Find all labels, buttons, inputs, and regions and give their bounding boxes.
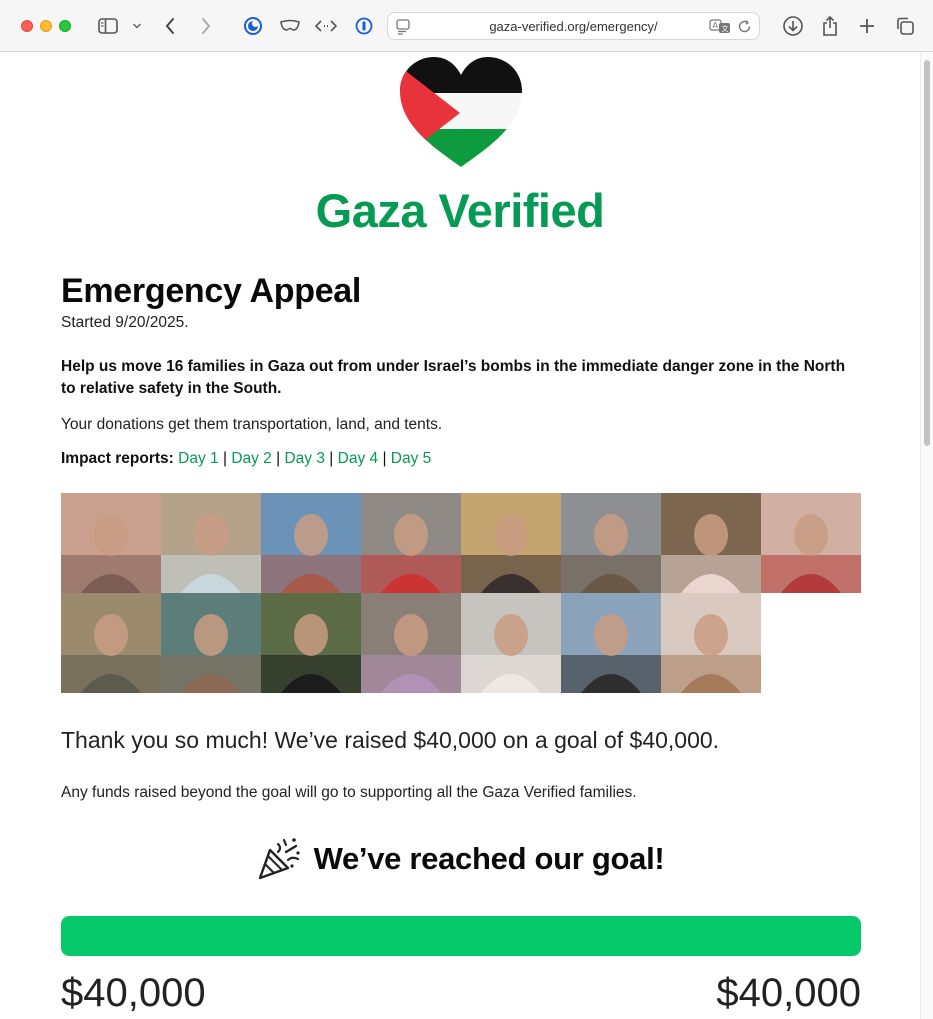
impact-link-day-5[interactable]: Day 5 <box>391 450 432 467</box>
raised-amount: $40,000 <box>61 971 206 1015</box>
share-icon[interactable] <box>819 14 841 38</box>
close-window-button[interactable] <box>21 20 33 32</box>
minimize-window-button[interactable] <box>40 20 52 32</box>
impact-reports: Impact reports: Day 1 | Day 2 | Day 3 | … <box>61 450 432 468</box>
address-bar[interactable]: gaza-verified.org/emergency/ A文 <box>387 12 760 40</box>
family-photo <box>61 493 161 593</box>
progress-bar <box>61 916 861 956</box>
sidebar-toggle-icon[interactable] <box>96 14 120 38</box>
forward-icon[interactable] <box>196 14 216 38</box>
downloads-icon[interactable] <box>781 14 805 38</box>
family-photo <box>261 493 361 593</box>
chevron-down-icon[interactable] <box>130 14 144 38</box>
mask-extension-icon[interactable] <box>278 14 302 38</box>
thanks-message: Thank you so much! We’ve raised $40,000 … <box>61 727 720 753</box>
browser-toolbar: gaza-verified.org/emergency/ A文 <box>0 0 933 52</box>
impact-link-day-4[interactable]: Day 4 <box>338 450 379 467</box>
goal-reached-text: We’ve reached our goal! <box>313 841 665 876</box>
family-photo <box>261 593 361 693</box>
goal-reached-banner: We’ve reached our goal! <box>0 836 920 882</box>
svg-text:文: 文 <box>722 24 729 33</box>
start-date: Started 9/20/2025. <box>61 314 189 332</box>
goal-amount: $40,000 <box>716 971 861 1015</box>
impact-link-day-3[interactable]: Day 3 <box>284 450 325 467</box>
family-photo <box>161 493 261 593</box>
family-photo <box>761 493 861 593</box>
family-photo <box>461 593 561 693</box>
palestine-heart-logo-icon <box>400 57 522 167</box>
back-icon[interactable] <box>160 14 180 38</box>
translate-icon[interactable]: A文 <box>709 18 731 39</box>
reload-icon[interactable] <box>737 19 752 39</box>
family-photo <box>561 593 661 693</box>
family-photo <box>461 493 561 593</box>
family-photo-grid <box>61 493 861 693</box>
appeal-lead: Help us move 16 families in Gaza out fro… <box>61 358 846 398</box>
new-tab-icon[interactable] <box>856 14 878 38</box>
code-extension-icon[interactable] <box>314 14 338 38</box>
family-photo <box>161 593 261 693</box>
web-page: Gaza Verified Emergency Appeal Started 9… <box>0 53 920 1019</box>
impact-link-day-1[interactable]: Day 1 <box>178 450 219 467</box>
page-title: Emergency Appeal <box>61 272 362 310</box>
family-photo <box>61 593 161 693</box>
progress-bar-fill <box>61 916 861 956</box>
svg-text:A: A <box>713 21 719 30</box>
family-photo <box>661 593 761 693</box>
donations-text: Your donations get them transportation, … <box>61 416 443 434</box>
family-photo <box>561 493 661 593</box>
tab-overview-icon[interactable] <box>893 14 917 38</box>
family-photo <box>361 493 461 593</box>
impact-label: Impact reports: <box>61 450 174 468</box>
family-photo <box>361 593 461 693</box>
url-text: gaza-verified.org/emergency/ <box>489 19 658 34</box>
beyond-goal-note: Any funds raised beyond the goal will go… <box>61 784 637 801</box>
party-popper-icon <box>258 838 300 880</box>
password-extension-icon[interactable] <box>353 14 375 38</box>
family-photo <box>661 493 761 593</box>
appeal-section: Emergency Appeal Started 9/20/2025. Help… <box>61 272 861 468</box>
scrollbar-thumb[interactable] <box>924 60 930 446</box>
impact-link-day-2[interactable]: Day 2 <box>231 450 272 467</box>
privacy-extension-icon[interactable] <box>242 14 264 38</box>
brand-title[interactable]: Gaza Verified <box>0 183 920 238</box>
zoom-window-button[interactable] <box>59 20 71 32</box>
